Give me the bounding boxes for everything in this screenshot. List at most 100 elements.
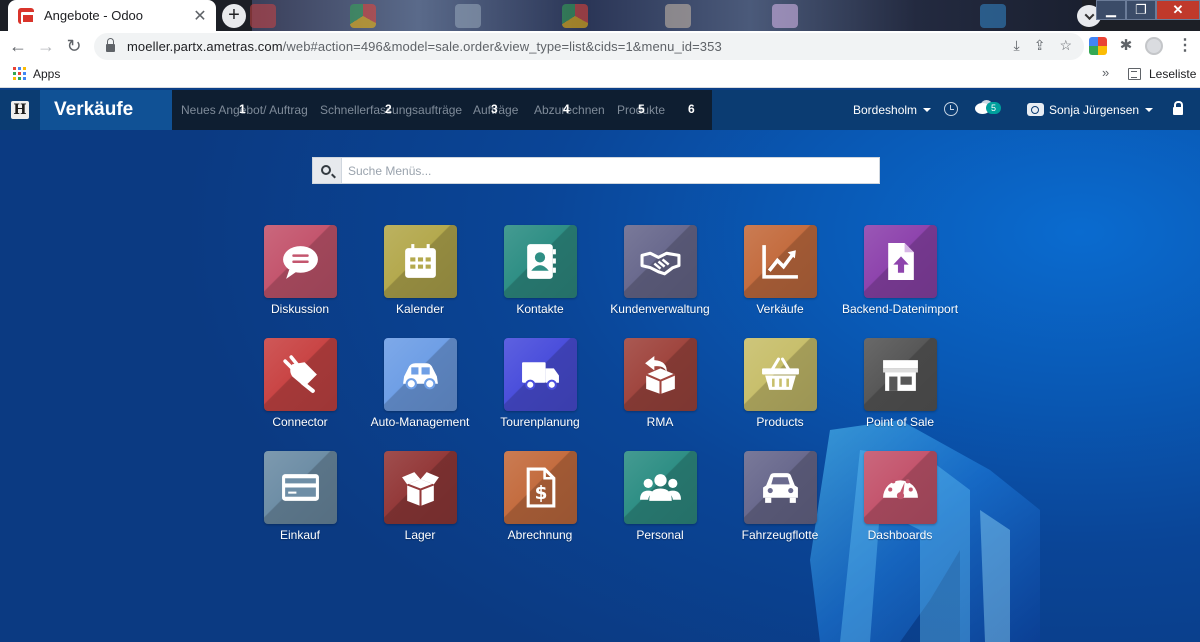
app-tile (623, 225, 697, 298)
app-rma[interactable]: RMA (600, 338, 720, 429)
home-menu: Diskussion Kalender Kontakte Kundenverwa… (0, 130, 1200, 642)
app-label: Kundenverwaltung (610, 302, 710, 316)
shortcut-hint-5: 5 (638, 102, 645, 116)
app-label: Diskussion (270, 302, 330, 316)
close-window-button[interactable]: ✕ (1156, 0, 1200, 20)
app-kontakte[interactable]: Kontakte (480, 225, 600, 316)
address-bar[interactable]: moeller.partx.ametras.com/web#action=496… (94, 33, 1084, 60)
browser-menu-icon[interactable]: ⋮ (1176, 37, 1194, 55)
app-label: Fahrzeugflotte (741, 528, 819, 542)
chart-line-icon (761, 245, 798, 279)
minimize-button[interactable]: ▁ (1096, 0, 1126, 20)
open-box-icon (401, 472, 439, 506)
activity-clock-icon[interactable] (944, 102, 958, 116)
app-lager[interactable]: Lager (360, 451, 480, 542)
url-text[interactable]: moeller.partx.ametras.com/web#action=496… (127, 39, 722, 54)
app-tile (743, 451, 817, 524)
document-icon (455, 4, 481, 28)
folder-icon (665, 4, 691, 28)
shortcut-hint-6: 6 (688, 102, 695, 116)
app-title[interactable]: Verkäufe (40, 90, 172, 130)
home-menu-button[interactable]: H (0, 90, 40, 130)
box-return-icon (644, 356, 675, 394)
reading-list-button[interactable]: Leseliste (1149, 67, 1196, 81)
app-tile (503, 225, 577, 298)
google-extension-icon[interactable] (1089, 37, 1107, 55)
app-tile (623, 451, 697, 524)
lock-screen-icon[interactable] (1173, 101, 1183, 115)
tab-close-icon[interactable]: ✕ (192, 6, 208, 26)
app-label: Point of Sale (865, 415, 935, 429)
address-book-icon (526, 244, 556, 279)
profile-avatar-icon[interactable] (1145, 37, 1163, 55)
app-personal[interactable]: Personal (600, 451, 720, 542)
app-kundenverwaltung[interactable]: Kundenverwaltung (600, 225, 720, 316)
bookmark-star-icon[interactable]: ☆ (1059, 37, 1072, 54)
plug-icon (282, 355, 317, 393)
reload-icon[interactable]: ↻ (60, 32, 88, 60)
basket-icon (761, 357, 799, 390)
new-tab-button[interactable]: + (222, 4, 246, 28)
gauge-icon (882, 475, 918, 500)
app-fahrzeugflotte[interactable]: Fahrzeugflotte (720, 451, 840, 542)
caret-down-icon (1145, 108, 1154, 112)
search-button[interactable] (313, 158, 342, 183)
shortcut-hint-4: 4 (563, 102, 570, 116)
shortcut-hint-3: 3 (491, 102, 498, 116)
chrome-icon (562, 4, 588, 28)
back-arrow-icon[interactable]: ← (4, 32, 32, 60)
reading-list-icon (1128, 68, 1141, 80)
app-backend-datenimport[interactable]: Backend-Datenimport (840, 225, 960, 316)
app-einkauf[interactable]: Einkauf (240, 451, 360, 542)
app-tile (623, 338, 697, 411)
user-avatar-icon[interactable] (1027, 103, 1044, 116)
menu-search (312, 157, 880, 184)
users-icon (639, 474, 681, 501)
app-tile (503, 338, 577, 411)
app-dashboards[interactable]: Dashboards (840, 451, 960, 542)
tab-title: Angebote - Odoo (44, 8, 144, 23)
app-products[interactable]: Products (720, 338, 840, 429)
app-abrechnung[interactable]: $ Abrechnung (480, 451, 600, 542)
user-name: Sonja Jürgensen (1049, 103, 1140, 117)
app-label: Verkäufe (756, 302, 804, 316)
browser-tab-active[interactable]: Angebote - Odoo ✕ (8, 0, 216, 31)
app-label: Kalender (395, 302, 445, 316)
bookmark-apps[interactable]: Apps (33, 67, 60, 81)
window-controls: ▁ ❐ ✕ (1096, 0, 1200, 20)
menu-search-input[interactable] (342, 158, 879, 183)
extensions-puzzle-icon[interactable]: ✱ (1117, 37, 1135, 55)
app-tile (263, 225, 337, 298)
app-connector[interactable]: Connector (240, 338, 360, 429)
app-diskussion[interactable]: Diskussion (240, 225, 360, 316)
app-tourenplanung[interactable]: Tourenplanung (480, 338, 600, 429)
odoo-navbar: H Verkäufe Neues Angebot/ Auftrag 1 Schn… (0, 90, 1200, 130)
app-tile (743, 338, 817, 411)
app-tile (863, 225, 937, 298)
file-upload-icon (887, 243, 914, 280)
credit-card-icon (281, 474, 319, 501)
app-tile (863, 451, 937, 524)
app-label: Personal (636, 528, 684, 542)
truck-icon (521, 362, 559, 390)
company-switcher[interactable]: Bordesholm (853, 103, 932, 117)
user-menu[interactable]: Sonja Jürgensen (1049, 103, 1154, 117)
app-verkaeufe[interactable]: Verkäufe (720, 225, 840, 316)
company-name: Bordesholm (853, 103, 918, 117)
share-icon[interactable]: ⇪ (1034, 37, 1046, 54)
app-auto-management[interactable]: Auto-Management (360, 338, 480, 429)
browser-tab-strip: Angebote - Odoo ✕ + ▁ ❐ ✕ (0, 0, 1200, 31)
caret-down-icon (923, 108, 932, 112)
car-icon (402, 363, 438, 390)
app-tile (743, 225, 817, 298)
bookmarks-more-button[interactable]: » (1102, 65, 1109, 80)
app-point-of-sale[interactable]: Point of Sale (840, 338, 960, 429)
install-icon[interactable]: ⤓ (1014, 37, 1020, 54)
forward-arrow-icon[interactable]: → (32, 32, 60, 60)
shortcut-hint-1: 1 (239, 102, 246, 116)
odoo-favicon-icon (18, 7, 35, 24)
bookmarks-bar: Apps » Leseliste (0, 61, 1200, 88)
restore-button[interactable]: ❐ (1126, 0, 1156, 20)
app-kalender[interactable]: Kalender (360, 225, 480, 316)
invoice-dollar-icon: $ (526, 467, 555, 508)
